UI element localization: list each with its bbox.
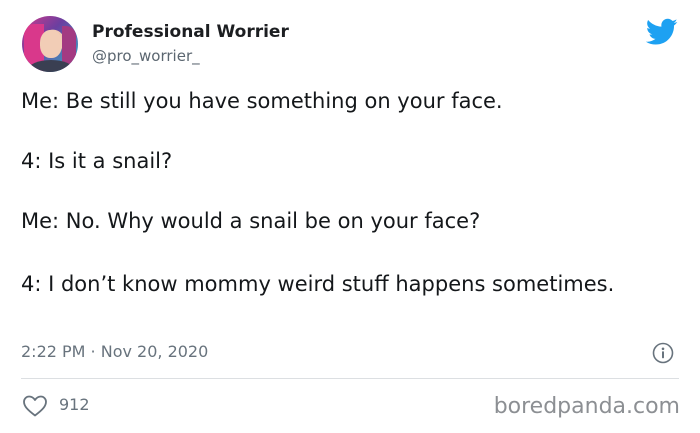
tweet-text-line: 4: I don’t know mommy weird stuff happen… <box>21 272 615 296</box>
author-handle[interactable]: @pro_worrier_ <box>92 47 200 65</box>
like-count[interactable]: 912 <box>59 395 90 414</box>
tweet-card: Professional Worrier @pro_worrier_ Me: B… <box>0 0 700 433</box>
tweet-text-line: Me: No. Why would a snail be on your fac… <box>21 209 481 233</box>
watermark: boredpanda.com <box>493 394 680 419</box>
avatar[interactable] <box>22 16 78 72</box>
divider <box>21 378 679 379</box>
author-display-name[interactable]: Professional Worrier <box>92 22 289 42</box>
info-icon[interactable] <box>652 342 674 364</box>
tweet-timestamp[interactable]: 2:22 PM · Nov 20, 2020 <box>21 342 208 361</box>
tweet-text-line: Me: Be still you have something on your … <box>21 89 503 113</box>
tweet-text-line: 4: Is it a snail? <box>21 149 173 173</box>
heart-icon[interactable] <box>22 394 48 418</box>
avatar-face <box>40 30 62 58</box>
twitter-bird-icon[interactable] <box>646 18 678 46</box>
